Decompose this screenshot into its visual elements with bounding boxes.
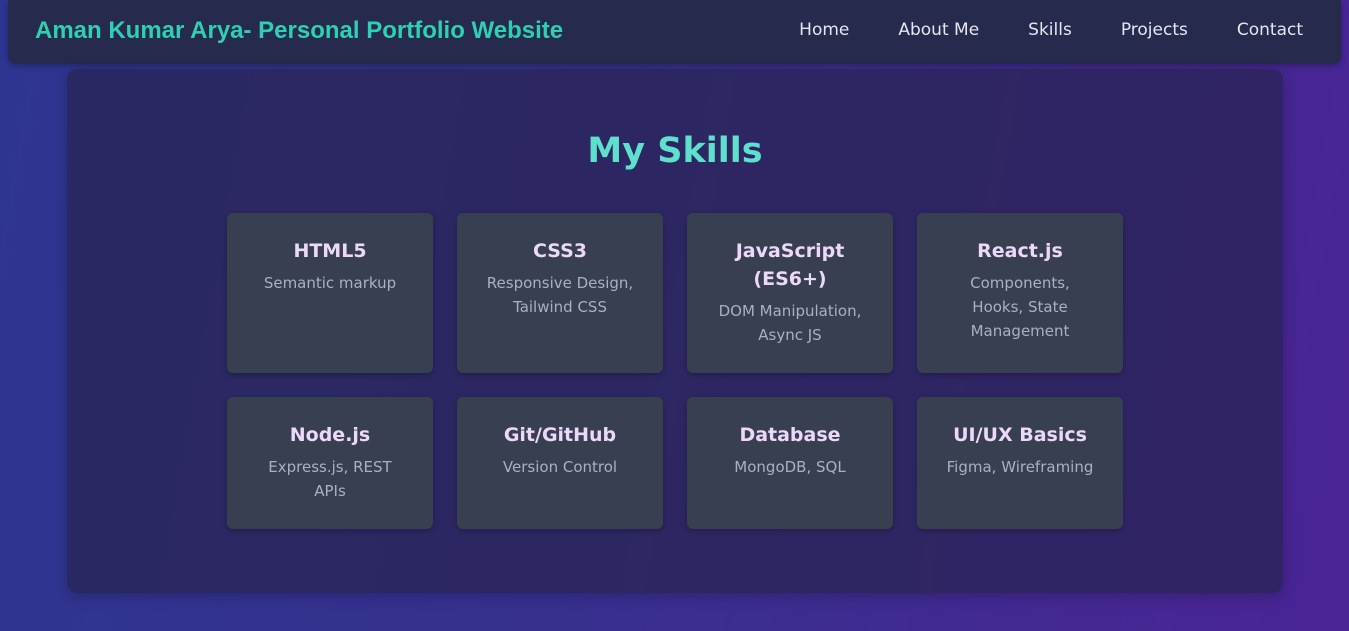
skill-name: Node.js xyxy=(289,424,371,446)
skill-card-git: Git/GitHub Version Control xyxy=(457,397,663,529)
navbar: Aman Kumar Arya- Personal Portfolio Webs… xyxy=(8,0,1341,64)
nav-links: Home About Me Skills Projects Contact xyxy=(799,20,1303,40)
skill-name: HTML5 xyxy=(293,240,367,262)
nav-home-link[interactable]: Home xyxy=(799,20,849,40)
section-title: My Skills xyxy=(587,131,763,171)
skill-name: Database xyxy=(739,424,841,446)
skill-name: JavaScript (ES6+) xyxy=(735,240,845,290)
nav-skills-link[interactable]: Skills xyxy=(1028,20,1072,40)
site-brand[interactable]: Aman Kumar Arya- Personal Portfolio Webs… xyxy=(35,17,563,45)
skill-description: MongoDB, SQL xyxy=(734,458,846,476)
skill-description: Figma, Wireframing xyxy=(946,458,1094,476)
skill-card-nodejs: Node.js Express.js, REST APIs xyxy=(227,397,433,529)
skill-name: UI/UX Basics xyxy=(953,424,1087,446)
nav-about-link[interactable]: About Me xyxy=(898,20,979,40)
skill-card-css3: CSS3 Responsive Design, Tailwind CSS xyxy=(457,213,663,373)
skills-grid: HTML5 Semantic markup CSS3 Responsive De… xyxy=(227,213,1123,529)
skill-description: Responsive Design, Tailwind CSS xyxy=(486,274,634,316)
skill-description: DOM Manipulation, Async JS xyxy=(718,302,862,344)
skill-name: CSS3 xyxy=(532,240,588,262)
skill-description: Express.js, REST APIs xyxy=(268,458,392,500)
skills-section: My Skills HTML5 Semantic markup CSS3 Res… xyxy=(67,69,1283,593)
skill-description: Components, Hooks, State Management xyxy=(970,274,1070,340)
skill-card-uiux: UI/UX Basics Figma, Wireframing xyxy=(917,397,1123,529)
skill-card-javascript: JavaScript (ES6+) DOM Manipulation, Asyn… xyxy=(687,213,893,373)
skill-name: Git/GitHub xyxy=(503,424,617,446)
skill-card-react: React.js Components, Hooks, State Manage… xyxy=(917,213,1123,373)
skill-card-database: Database MongoDB, SQL xyxy=(687,397,893,529)
skill-description: Version Control xyxy=(502,458,618,476)
nav-contact-link[interactable]: Contact xyxy=(1237,20,1303,40)
nav-projects-link[interactable]: Projects xyxy=(1121,20,1188,40)
skill-card-html5: HTML5 Semantic markup xyxy=(227,213,433,373)
skill-name: React.js xyxy=(977,240,1063,262)
skill-description: Semantic markup xyxy=(263,274,397,292)
